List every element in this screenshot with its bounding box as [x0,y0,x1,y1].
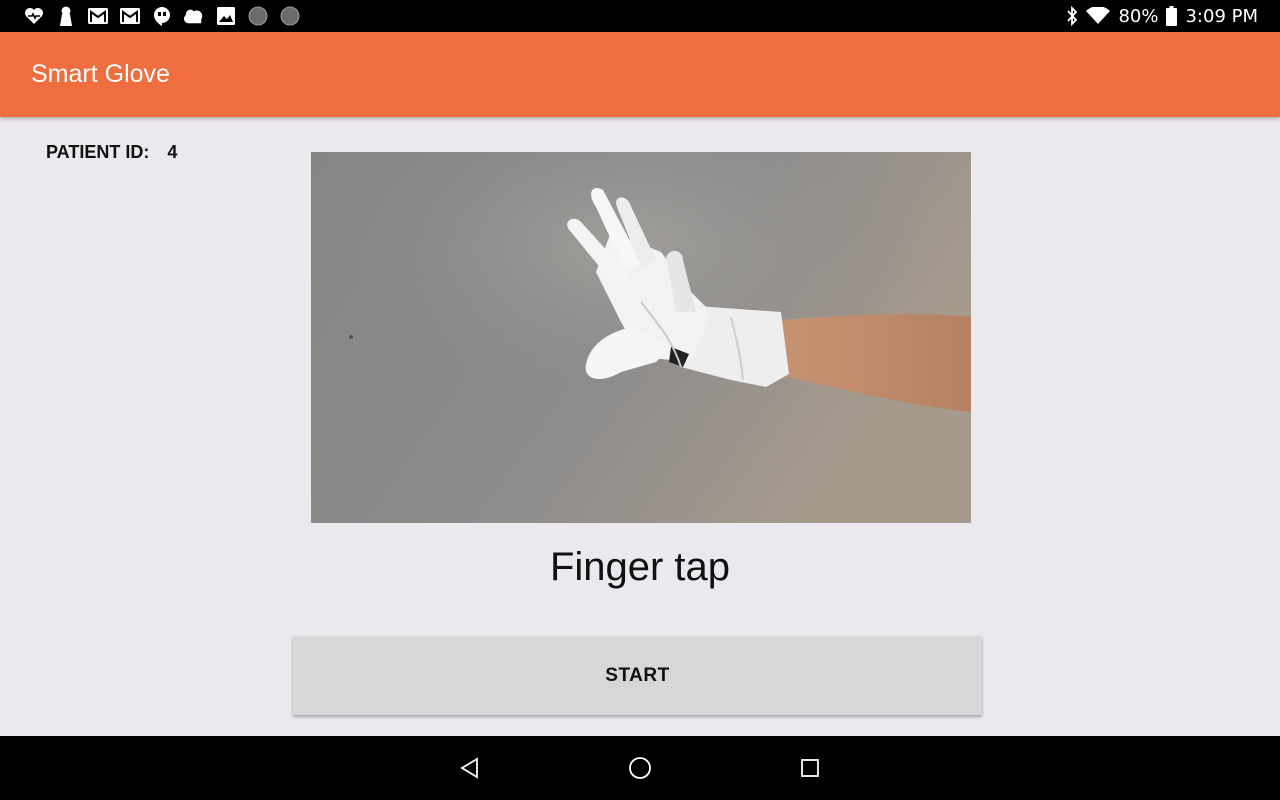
wifi-icon [1086,7,1111,25]
dot-icon [280,6,300,26]
clock: 3:09 PM [1185,5,1258,27]
gallery-icon [216,6,236,26]
exercise-title: Finger tap [549,545,731,589]
cloud-icon [184,6,204,26]
keyhole-icon [56,6,76,26]
home-icon[interactable] [625,753,655,783]
recents-icon[interactable] [795,753,825,783]
bluetooth-icon [1066,6,1078,26]
status-bar: 80% 3:09 PM [0,0,1280,32]
app-bar: Smart Glove [0,32,1280,117]
gmail-icon [88,6,108,26]
navigation-bar [0,736,1280,800]
hangouts-icon [152,6,172,26]
dot-icon [248,6,268,26]
patient-info: PATIENT ID: 4 [46,142,177,163]
patient-id-label: PATIENT ID: [46,142,150,162]
app-title: Smart Glove [31,60,170,88]
start-button[interactable]: START [293,636,982,715]
battery-percent: 80% [1118,5,1159,27]
gesture-photo [311,152,971,523]
gmail-icon [120,6,140,26]
battery-icon [1166,6,1178,26]
patient-id-value: 4 [167,142,178,162]
system-status: 80% 3:09 PM [1066,0,1258,32]
notification-icons [24,6,300,26]
pulse-heart-icon [24,6,44,26]
back-icon[interactable] [455,753,485,783]
